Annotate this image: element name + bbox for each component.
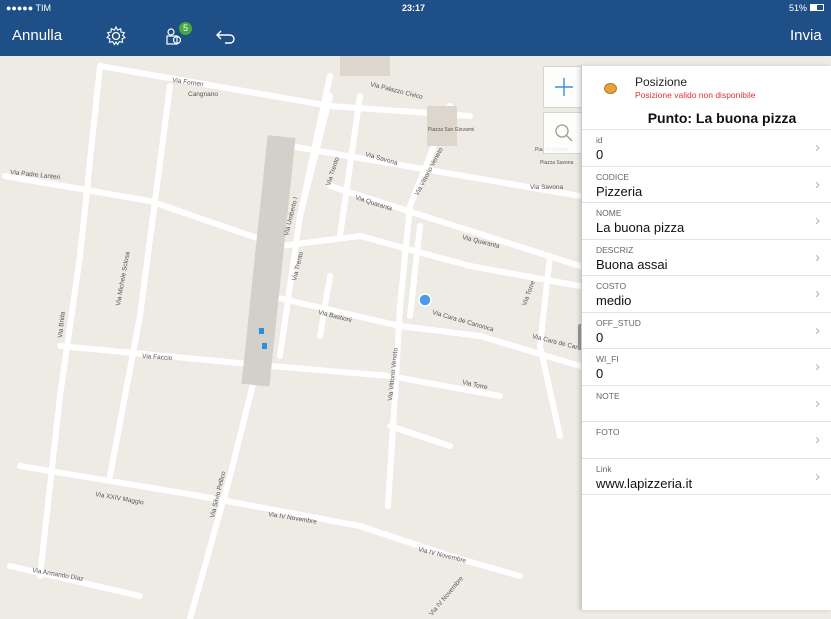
field-row-note[interactable]: NOTE › [582,386,831,422]
field-value: 0 [596,366,604,381]
position-title: Posizione [635,75,688,89]
field-label: id [596,135,603,145]
chevron-right-icon: › [815,139,820,156]
field-label: DESCRIZ [596,244,634,255]
point-title: Punto: La buona pizza [582,106,831,130]
send-button[interactable]: Invia [790,16,822,56]
field-value: 0 [596,147,604,162]
field-label: Link [596,463,612,474]
building-block [340,56,390,76]
field-row-descriz[interactable]: DESCRIZ Buona assai › [582,240,831,276]
chevron-right-icon: › [815,285,820,302]
field-row-costo[interactable]: COSTO medio › [582,276,831,313]
field-value: medio [596,293,632,308]
current-location-dot[interactable] [418,293,432,307]
position-header[interactable]: Posizione Posizione valido non disponibi… [582,66,831,106]
field-label: WI_FI [596,354,619,364]
clock: 23:17 [402,3,426,13]
search-map-button[interactable] [543,112,585,154]
search-icon [555,124,573,142]
status-bar: ●●●●● TIM 23:17 51% [0,0,831,16]
transit-stop-icon [259,328,264,334]
toolbar: Annulla 5 Invia [0,16,831,56]
building-block [427,106,457,146]
chevron-right-icon: › [815,212,820,229]
field-label: FOTO [596,427,620,437]
battery-percent: 51% [789,3,808,13]
field-row-link[interactable]: Link www.lapizzeria.it › [582,459,831,495]
zoom-in-button[interactable] [543,66,585,108]
chevron-right-icon: › [815,175,820,193]
chevron-right-icon: › [815,248,820,266]
field-row-wi-fi[interactable]: WI_FI 0 › [582,349,831,386]
notification-badge: 5 [179,22,192,35]
battery-icon [810,4,824,11]
field-label: OFF_STUD [596,317,641,328]
undo-arrow-icon[interactable] [214,24,238,48]
field-label: NOME [596,208,622,218]
street-label: Piazza San Giovanni [428,127,474,133]
transit-stop-icon [262,343,267,349]
field-value: La buona pizza [596,220,685,235]
street-label: Cangnano [188,91,218,98]
field-label: CODICE [596,171,630,182]
field-label: NOTE [596,390,620,401]
field-label: COSTO [596,281,627,291]
plus-icon [555,78,573,96]
field-row-nome[interactable]: NOME La buona pizza › [582,203,831,240]
settings-gear-icon[interactable] [104,24,128,48]
field-row-id[interactable]: id 0 › [582,130,831,167]
feature-detail-panel: Posizione Posizione valido non disponibi… [581,66,831,610]
carrier-signal: ●●●●● TIM [6,3,52,13]
cancel-button[interactable]: Annulla [12,16,62,56]
street-label: Piazza Savona [540,160,574,166]
chevron-right-icon: › [815,358,820,375]
field-row-off-stud[interactable]: OFF_STUD 0 › [582,313,831,349]
field-value: 0 [596,329,604,345]
position-status: Posizione valido non disponibile [635,90,756,100]
field-value: Pizzeria [596,183,643,199]
chevron-right-icon: › [815,394,820,412]
street-label: Via Savona [530,184,564,191]
location-pin-icon [604,83,617,94]
field-value: Buona assai [596,256,668,272]
chevron-right-icon: › [815,467,820,485]
chevron-right-icon: › [815,321,820,339]
field-row-codice[interactable]: CODICE Pizzeria › [582,167,831,203]
field-value: www.lapizzeria.it [596,475,693,491]
field-row-foto[interactable]: FOTO › [582,422,831,459]
chevron-right-icon: › [815,431,820,448]
